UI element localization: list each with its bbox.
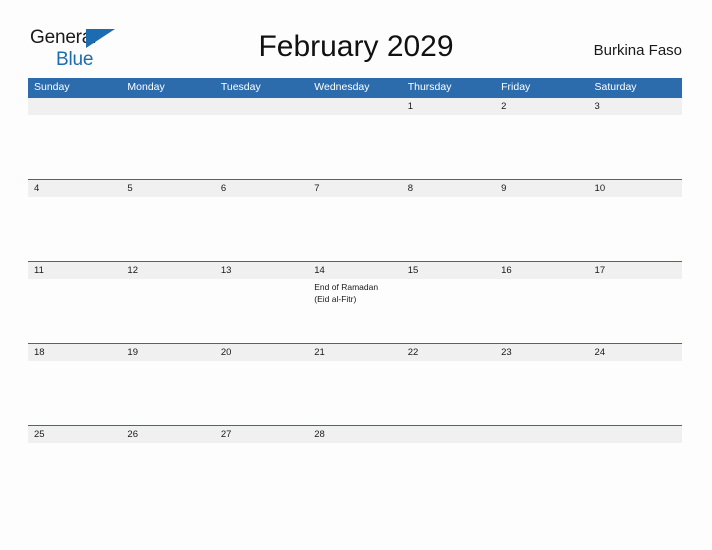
weekday-friday: Friday (501, 81, 531, 93)
calendar-grid: Sunday Monday Tuesday Wednesday Thursday… (28, 78, 682, 507)
week-date-strip: 11 12 13 14 15 16 17 (28, 261, 682, 279)
day-cell[interactable]: End of Ramadan (Eid al-Fitr) (308, 279, 401, 343)
day-number[interactable]: 4 (28, 180, 121, 197)
weekday-monday: Monday (127, 81, 165, 93)
day-number[interactable]: 25 (28, 426, 121, 443)
day-cell[interactable] (121, 361, 214, 425)
day-cell[interactable] (402, 443, 495, 507)
day-cell[interactable] (121, 197, 214, 261)
day-cell[interactable] (402, 197, 495, 261)
week-body-strip: End of Ramadan (Eid al-Fitr) (28, 279, 682, 343)
week-row: 18 19 20 21 22 23 24 (28, 343, 682, 425)
day-number[interactable] (121, 98, 214, 115)
page-header: General Blue February 2029 Burkina Faso (0, 0, 712, 76)
day-cell[interactable] (121, 443, 214, 507)
day-number[interactable]: 9 (495, 180, 588, 197)
day-cell[interactable] (495, 197, 588, 261)
day-number[interactable]: 1 (402, 98, 495, 115)
day-number[interactable]: 15 (402, 262, 495, 279)
week-row: 25 26 27 28 (28, 425, 682, 507)
weekday-sunday: Sunday (34, 81, 70, 93)
day-number[interactable]: 5 (121, 180, 214, 197)
week-body-strip (28, 115, 682, 179)
week-row: 4 5 6 7 8 9 10 (28, 179, 682, 261)
country-label: Burkina Faso (593, 42, 682, 59)
day-number[interactable]: 8 (402, 180, 495, 197)
day-cell[interactable] (589, 115, 682, 179)
day-number[interactable]: 24 (589, 344, 682, 361)
weekday-wednesday: Wednesday (314, 81, 370, 93)
day-number[interactable] (495, 426, 588, 443)
day-number[interactable]: 18 (28, 344, 121, 361)
day-number[interactable]: 12 (121, 262, 214, 279)
day-cell[interactable] (589, 361, 682, 425)
day-cell[interactable] (215, 279, 308, 343)
day-cell[interactable] (495, 443, 588, 507)
week-date-strip: 4 5 6 7 8 9 10 (28, 179, 682, 197)
day-number[interactable]: 28 (308, 426, 401, 443)
day-cell[interactable] (495, 279, 588, 343)
day-cell[interactable] (589, 279, 682, 343)
week-date-strip: 25 26 27 28 (28, 425, 682, 443)
day-number[interactable]: 14 (308, 262, 401, 279)
day-number[interactable]: 3 (589, 98, 682, 115)
day-number[interactable] (28, 98, 121, 115)
day-cell[interactable] (215, 197, 308, 261)
day-cell[interactable] (28, 443, 121, 507)
day-cell[interactable] (402, 115, 495, 179)
day-cell[interactable] (589, 197, 682, 261)
day-number[interactable]: 17 (589, 262, 682, 279)
day-number[interactable]: 26 (121, 426, 214, 443)
day-cell[interactable] (28, 279, 121, 343)
week-date-strip: 18 19 20 21 22 23 24 (28, 343, 682, 361)
day-cell[interactable] (402, 361, 495, 425)
day-cell[interactable] (495, 115, 588, 179)
day-number[interactable]: 16 (495, 262, 588, 279)
day-number[interactable]: 11 (28, 262, 121, 279)
day-cell[interactable] (308, 197, 401, 261)
weekday-saturday: Saturday (594, 81, 637, 93)
week-row: 11 12 13 14 15 16 17 End of Ramadan (Eid… (28, 261, 682, 343)
week-row: 1 2 3 (28, 97, 682, 179)
week-body-strip (28, 197, 682, 261)
week-body-strip (28, 361, 682, 425)
day-cell[interactable] (121, 115, 214, 179)
day-cell[interactable] (121, 279, 214, 343)
day-event-eid-al-fitr: End of Ramadan (Eid al-Fitr) (314, 282, 379, 304)
day-number[interactable]: 27 (215, 426, 308, 443)
day-cell[interactable] (28, 361, 121, 425)
day-number[interactable]: 21 (308, 344, 401, 361)
day-number[interactable]: 13 (215, 262, 308, 279)
weekday-tuesday: Tuesday (220, 81, 261, 93)
day-cell[interactable] (28, 197, 121, 261)
weekday-header-row: Sunday Monday Tuesday Wednesday Thursday… (28, 78, 682, 97)
day-cell[interactable] (28, 115, 121, 179)
day-number[interactable]: 10 (589, 180, 682, 197)
day-cell[interactable] (215, 361, 308, 425)
day-cell[interactable] (495, 361, 588, 425)
day-number[interactable]: 6 (215, 180, 308, 197)
week-body-strip (28, 443, 682, 507)
day-cell[interactable] (308, 361, 401, 425)
day-number[interactable]: 2 (495, 98, 588, 115)
day-number[interactable]: 20 (215, 344, 308, 361)
day-cell[interactable] (589, 443, 682, 507)
day-number[interactable] (402, 426, 495, 443)
day-cell[interactable] (308, 115, 401, 179)
day-cell[interactable] (215, 443, 308, 507)
day-number[interactable]: 19 (121, 344, 214, 361)
day-number[interactable] (308, 98, 401, 115)
day-cell[interactable] (215, 115, 308, 179)
weekday-thursday: Thursday (407, 81, 452, 93)
day-number[interactable]: 22 (402, 344, 495, 361)
week-date-strip: 1 2 3 (28, 97, 682, 115)
day-number[interactable]: 23 (495, 344, 588, 361)
day-number[interactable] (589, 426, 682, 443)
day-number[interactable]: 7 (308, 180, 401, 197)
day-number[interactable] (215, 98, 308, 115)
day-cell[interactable] (308, 443, 401, 507)
day-cell[interactable] (402, 279, 495, 343)
